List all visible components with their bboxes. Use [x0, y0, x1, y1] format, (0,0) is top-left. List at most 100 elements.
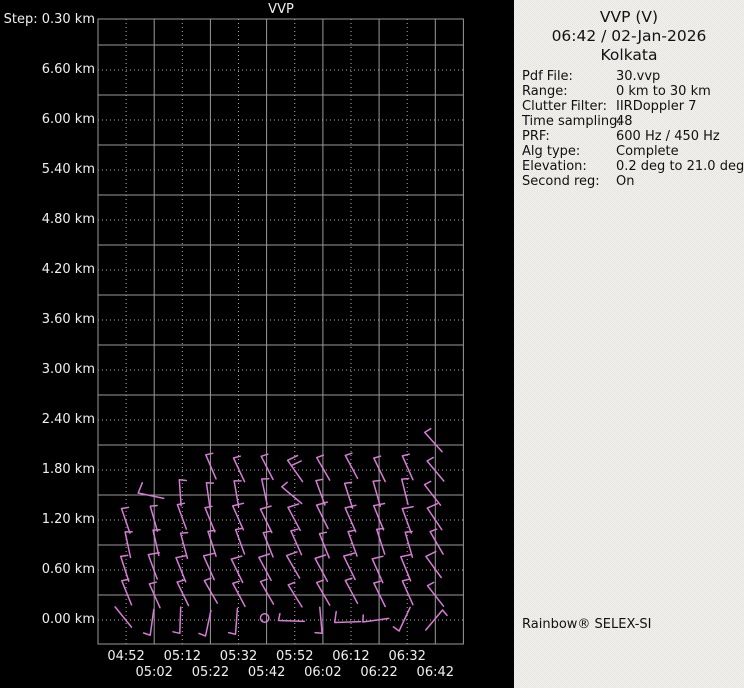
- wind-barb: [344, 452, 359, 480]
- wind-barb: [429, 528, 444, 555]
- y-axis-label: 0.00 km: [41, 612, 95, 627]
- wind-barb: [227, 607, 239, 636]
- wind-barb: [198, 609, 212, 637]
- plot-border: [97, 18, 464, 645]
- wind-barb: [404, 530, 414, 558]
- info-field-row: Pdf File: 30.vvp: [522, 69, 742, 84]
- x-axis-label: 05:02: [135, 665, 173, 680]
- field-label: PRF:: [522, 129, 550, 144]
- wind-barb: [362, 614, 390, 623]
- wind-barb: [425, 609, 448, 631]
- wind-barb: [258, 553, 272, 582]
- y-axis-label: 3.00 km: [41, 362, 95, 377]
- x-axis-label: 05:42: [247, 665, 286, 680]
- info-panel: VVP (V) 06:42 / 02-Jan-2026 Kolkata Pdf …: [514, 0, 744, 688]
- vendor-footer: Rainbow® SELEX-SI: [522, 617, 652, 632]
- panel-datetime: 06:42 / 02-Jan-2026: [551, 27, 707, 45]
- x-axis-label: 05:22: [191, 665, 230, 680]
- vvp-window: { "chart": { "title": "VVP", "step_label…: [0, 0, 744, 688]
- grid-solid-lines: [98, 19, 464, 644]
- wind-barb: [137, 482, 165, 500]
- wind-barb: [175, 554, 188, 583]
- y-axis-label: 1.80 km: [41, 462, 95, 477]
- y-axis-label: 6.60 km: [41, 62, 95, 77]
- wind-barb: [121, 578, 133, 606]
- wind-barb: [114, 606, 133, 628]
- grid-dotted-lines: [98, 19, 464, 644]
- x-axis-label: 05:32: [219, 649, 258, 664]
- x-axis-label: 05:52: [276, 649, 314, 664]
- plot-svg: [97, 18, 464, 645]
- wind-barb: [281, 481, 303, 505]
- wind-barb: [142, 608, 155, 636]
- y-axis-label: 3.60 km: [41, 312, 95, 327]
- y-axis-label: 5.40 km: [41, 162, 95, 177]
- y-axis-label: 1.20 km: [41, 512, 95, 527]
- info-field-row: Elevation: 0.2 deg to 21.0 deg: [522, 159, 744, 174]
- field-label: Clutter Filter:: [522, 99, 607, 114]
- wind-barb: [426, 502, 443, 531]
- wind-barb: [233, 480, 242, 508]
- wind-barb: [232, 455, 246, 483]
- wind-barb: [202, 552, 216, 581]
- chart-area: VVP Step: 0.30 km 6.60 km 6.00 km 5.40 km 4…: [0, 0, 514, 688]
- panel-header: VVP (V) 06:42 / 02-Jan-2026 Kolkata: [514, 0, 744, 65]
- y-axis-label: 4.20 km: [41, 262, 95, 277]
- wind-barb: [423, 480, 442, 506]
- field-value: On: [616, 174, 635, 189]
- field-value: IIRDoppler 7: [616, 99, 697, 114]
- x-axis-label: 06:22: [360, 665, 398, 680]
- field-label: Second reg:: [522, 174, 600, 189]
- wind-barb: [234, 527, 246, 555]
- wind-barb: [423, 427, 443, 453]
- wind-barb: [425, 550, 442, 579]
- info-field-row: Alg type: Complete: [522, 144, 742, 159]
- wind-barb: [315, 478, 326, 506]
- wind-barb: [230, 555, 244, 584]
- info-field-row: Second reg: On: [522, 174, 742, 189]
- field-value: Complete: [616, 144, 679, 159]
- info-field-row: Clutter Filter: IIRDoppler 7: [522, 99, 742, 114]
- field-value: 600 Hz / 450 Hz: [616, 129, 720, 144]
- x-axis-label: 04:52: [107, 649, 145, 664]
- x-axis-label: 06:32: [388, 649, 426, 664]
- wind-barb: [259, 505, 273, 534]
- field-label: Alg type:: [522, 144, 581, 159]
- wind-barb: [287, 503, 301, 532]
- x-axis-label: 05:12: [163, 649, 202, 664]
- wind-barb: [260, 478, 270, 506]
- field-value: 30.vvp: [616, 69, 661, 84]
- x-axis-label: 06:12: [332, 649, 370, 664]
- field-label: Elevation:: [522, 159, 587, 174]
- field-value: 0.2 deg to 21.0 deg: [616, 159, 744, 174]
- wind-barb: [315, 501, 329, 530]
- wind-barb: [119, 554, 130, 582]
- step-label: Step: 0.30 km: [3, 12, 95, 27]
- field-label: Pdf File:: [522, 69, 573, 84]
- wind-barb: [333, 610, 362, 624]
- wind-barb: [342, 552, 356, 581]
- wind-barb: [232, 580, 246, 608]
- field-label: Range:: [522, 84, 568, 99]
- wind-barb: [262, 530, 274, 558]
- panel-site: Kolkata: [600, 46, 658, 64]
- field-label: Time sampling:: [522, 114, 622, 129]
- field-value: 48: [616, 114, 633, 129]
- info-field-row: PRF: 600 Hz / 450 Hz: [522, 129, 742, 144]
- wind-barb: [375, 527, 386, 555]
- wind-barb: [277, 612, 306, 623]
- info-field-row: Time sampling: 48: [522, 114, 742, 129]
- x-axis-label: 06:02: [304, 665, 342, 680]
- chart-title: VVP: [268, 2, 294, 17]
- y-axis-label: 0.60 km: [41, 562, 95, 577]
- wind-barb: [285, 551, 301, 579]
- wind-barb: [371, 555, 384, 584]
- calm-circle: [259, 613, 270, 623]
- panel-title: VVP (V): [599, 8, 659, 26]
- panel-fields: Pdf File: 30.vvp Range: 0 km to 30 km Clutte…: [522, 69, 744, 189]
- wind-barb: [290, 528, 303, 556]
- y-axis-label: 4.80 km: [41, 212, 95, 227]
- info-field-row: Range: 0 km to 30 km: [522, 84, 742, 99]
- y-axis-label: 2.40 km: [41, 412, 95, 427]
- wind-barb: [400, 553, 413, 582]
